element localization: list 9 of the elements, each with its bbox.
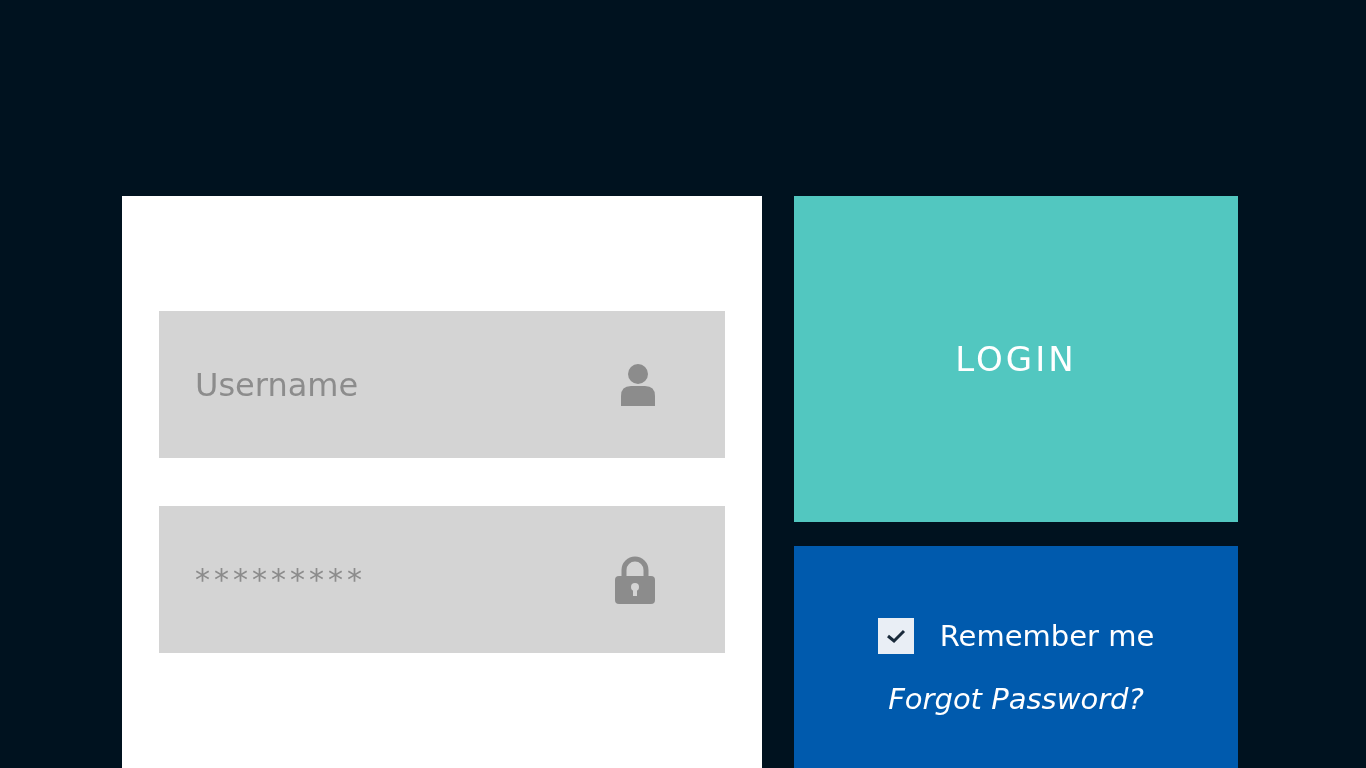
remember-checkbox[interactable]	[877, 618, 914, 654]
check-icon	[885, 628, 906, 644]
username-field[interactable]: Username	[159, 311, 725, 458]
remember-label: Remember me	[939, 619, 1155, 653]
user-icon	[621, 363, 655, 406]
forgot-password-link[interactable]: Forgot Password?	[888, 682, 1144, 716]
lock-icon	[615, 555, 655, 604]
login-button[interactable]: LOGIN	[794, 196, 1238, 522]
password-field[interactable]: *********	[159, 506, 725, 653]
